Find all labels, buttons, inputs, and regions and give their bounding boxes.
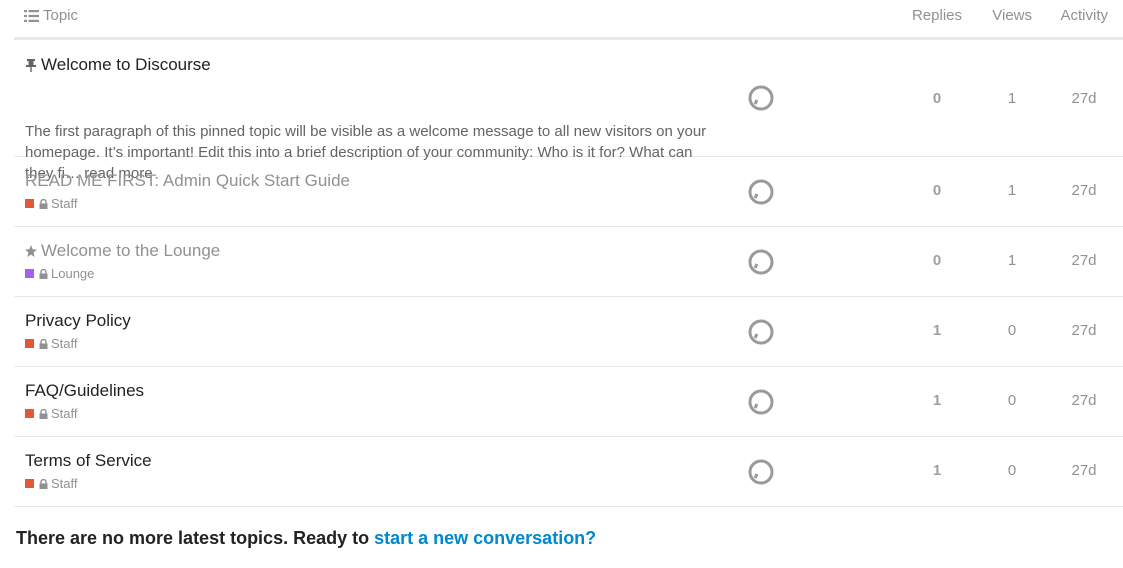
topic-row: Terms of Service Staff 1 0 27d: [14, 437, 1123, 507]
topic-row: Welcome to the Lounge Lounge 0 1 27d: [14, 227, 1123, 297]
views-count: 0: [1007, 462, 1017, 479]
avatar[interactable]: [748, 249, 774, 275]
topic-title-line: Welcome to the Lounge: [25, 241, 220, 261]
views-count: 1: [1007, 252, 1017, 269]
topic-list: Topic Replies Views Activity Welcome to …: [14, 0, 1123, 507]
views-count: 0: [1007, 392, 1017, 409]
topic-title-link[interactable]: Privacy Policy: [25, 311, 131, 331]
category-color-swatch: [25, 409, 34, 418]
activity-age[interactable]: 27d: [1064, 90, 1104, 107]
topic-title-link[interactable]: Welcome to Discourse: [41, 55, 211, 75]
header-replies[interactable]: Replies: [912, 7, 962, 24]
topic-row: Welcome to Discourse The first paragraph…: [14, 40, 1123, 182]
category-color-swatch: [25, 339, 34, 348]
category-name: Staff: [51, 476, 78, 491]
replies-count[interactable]: 0: [917, 252, 957, 269]
category-color-swatch: [25, 479, 34, 488]
topic-title-line: Terms of Service: [25, 451, 152, 471]
topic-title-line: READ ME FIRST: Admin Quick Start Guide: [25, 171, 350, 191]
topic-title-line: FAQ/Guidelines: [25, 381, 144, 401]
activity-age[interactable]: 27d: [1064, 252, 1104, 269]
header-activity[interactable]: Activity: [1060, 7, 1108, 24]
no-more-topics-message: There are no more latest topics. Ready t…: [16, 528, 596, 549]
category-badge[interactable]: Staff: [25, 406, 78, 421]
activity-age[interactable]: 27d: [1064, 182, 1104, 199]
list-icon: [24, 9, 39, 22]
replies-count[interactable]: 0: [917, 182, 957, 199]
header-topic-label: Topic: [43, 7, 79, 24]
lock-icon: [39, 198, 48, 209]
category-name: Lounge: [51, 266, 95, 281]
activity-age[interactable]: 27d: [1064, 462, 1104, 479]
topic-title-line: Privacy Policy: [25, 311, 131, 331]
replies-count[interactable]: 1: [917, 322, 957, 339]
views-count: 0: [1007, 322, 1017, 339]
topic-list-header: Topic Replies Views Activity: [14, 0, 1123, 40]
category-color-swatch: [25, 199, 34, 208]
replies-count[interactable]: 1: [917, 462, 957, 479]
header-views[interactable]: Views: [992, 7, 1032, 24]
footer-text: There are no more latest topics. Ready t…: [16, 528, 375, 548]
category-badge[interactable]: Staff: [25, 336, 78, 351]
lock-icon: [39, 268, 48, 279]
lock-icon: [39, 478, 48, 489]
lock-icon: [39, 408, 48, 419]
category-badge[interactable]: Lounge: [25, 266, 94, 281]
pin-icon[interactable]: [25, 58, 37, 72]
activity-age[interactable]: 27d: [1064, 392, 1104, 409]
topic-row: READ ME FIRST: Admin Quick Start Guide S…: [14, 157, 1123, 227]
replies-count[interactable]: 0: [917, 90, 957, 107]
category-name: Staff: [51, 406, 78, 421]
views-count: 1: [1007, 90, 1017, 107]
views-count: 1: [1007, 182, 1017, 199]
pushpin-icon[interactable]: [25, 244, 37, 258]
avatar[interactable]: [748, 319, 774, 345]
replies-count[interactable]: 1: [917, 392, 957, 409]
avatar[interactable]: [748, 179, 774, 205]
avatar[interactable]: [748, 85, 774, 111]
new-topic-link[interactable]: start a new conversation?: [374, 528, 596, 548]
category-color-swatch: [25, 269, 34, 278]
category-badge[interactable]: Staff: [25, 476, 78, 491]
lock-icon: [39, 338, 48, 349]
topic-row: FAQ/Guidelines Staff 1 0 27d: [14, 367, 1123, 437]
topic-title-line: Welcome to Discourse: [25, 55, 211, 75]
category-name: Staff: [51, 336, 78, 351]
header-topic[interactable]: Topic: [24, 7, 78, 24]
category-badge[interactable]: Staff: [25, 196, 78, 211]
activity-age[interactable]: 27d: [1064, 322, 1104, 339]
topic-title-link[interactable]: FAQ/Guidelines: [25, 381, 144, 401]
topic-title-link[interactable]: READ ME FIRST: Admin Quick Start Guide: [25, 171, 350, 191]
avatar[interactable]: [748, 389, 774, 415]
topic-title-link[interactable]: Terms of Service: [25, 451, 152, 471]
topic-title-link[interactable]: Welcome to the Lounge: [41, 241, 220, 261]
topic-row: Privacy Policy Staff 1 0 27d: [14, 297, 1123, 367]
avatar[interactable]: [748, 459, 774, 485]
category-name: Staff: [51, 196, 78, 211]
